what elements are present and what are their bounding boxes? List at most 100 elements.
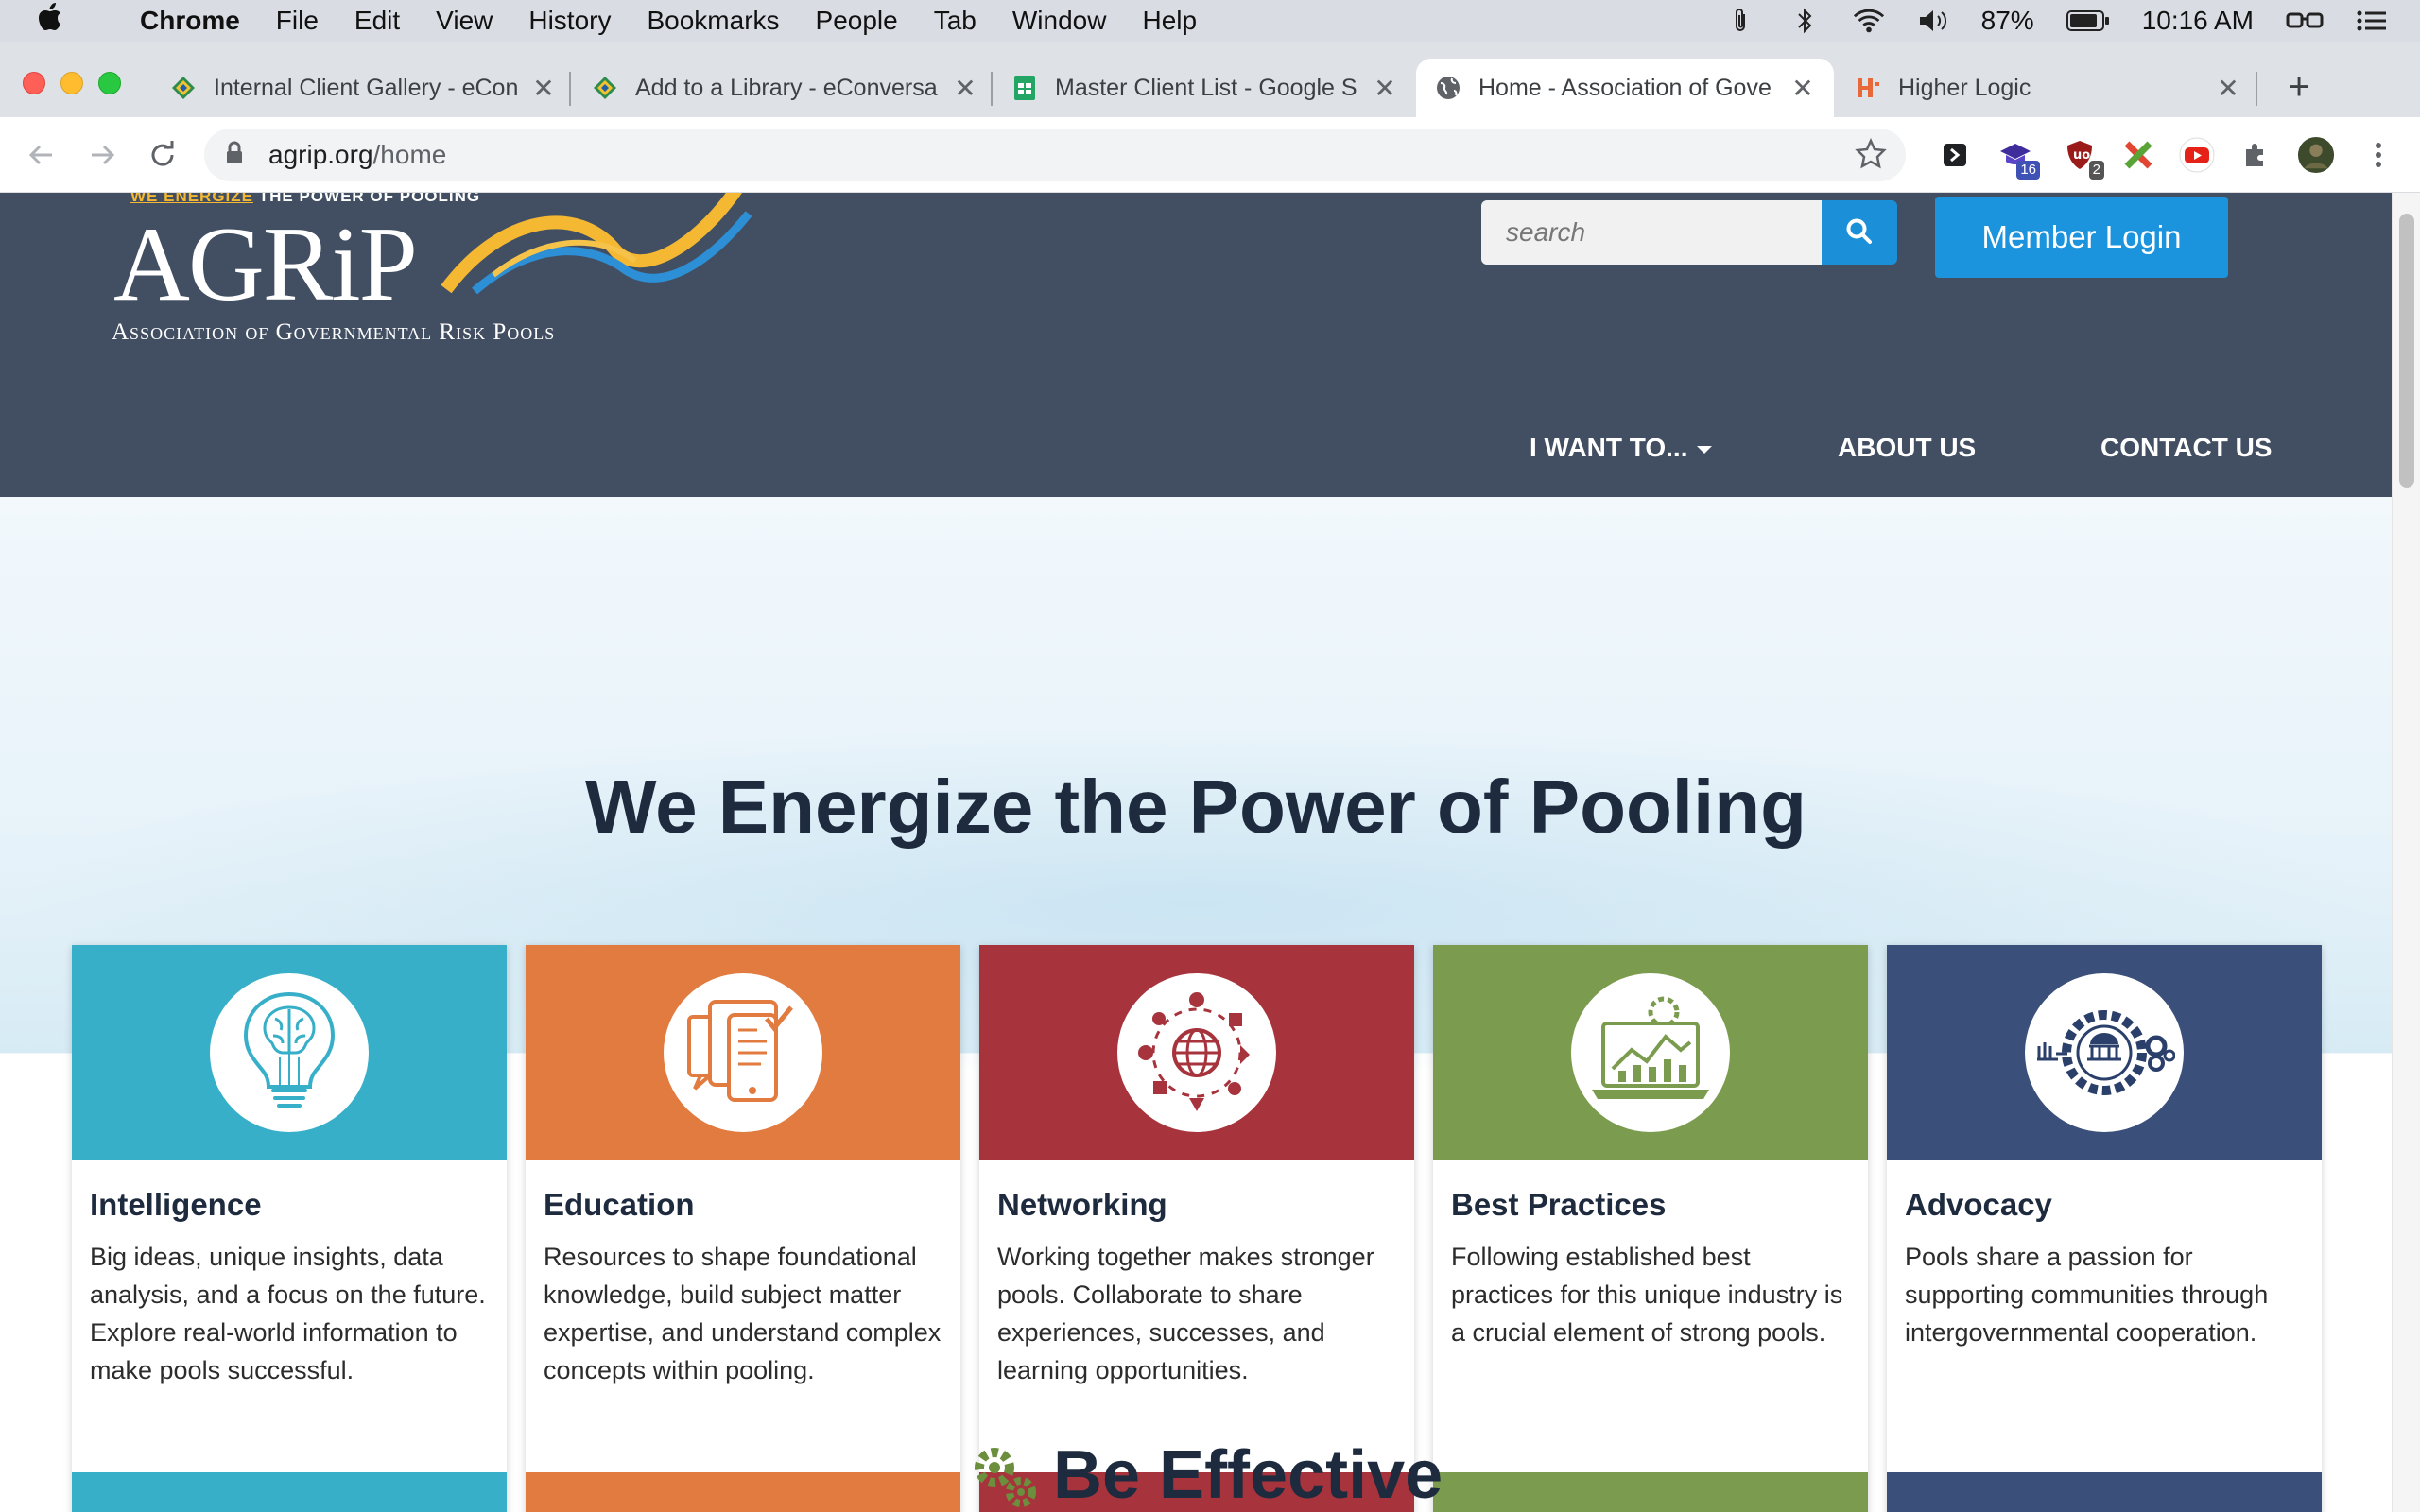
scrollbar-thumb[interactable] <box>2399 214 2414 488</box>
battery-percent: 87% <box>1980 6 2034 35</box>
card-intelligence[interactable]: Intelligence Big ideas, unique insights,… <box>72 945 507 1512</box>
card-header <box>1433 945 1868 1160</box>
card-footer-bar <box>1887 1472 2322 1512</box>
caret-down-icon <box>1697 445 1713 454</box>
agrip-logo[interactable]: WE ENERGIZE THE POWER OF POOLING AGRiP A… <box>106 193 752 345</box>
svg-text:uo: uo <box>2073 148 2090 163</box>
window-minimize-button[interactable] <box>60 72 83 94</box>
card-icon-circle <box>1117 973 1276 1132</box>
url-text: agrip.org/home <box>268 140 446 170</box>
logo-subtitle: Association of Governmental Risk Pools <box>112 319 556 345</box>
site-header: WE ENERGIZE THE POWER OF POOLING AGRiP A… <box>0 193 2392 497</box>
card-icon-circle <box>1571 973 1730 1132</box>
nav-contact-us[interactable]: CONTACT US <box>2100 433 2272 463</box>
extension-graduation-cap-icon[interactable]: 16 <box>1996 136 2040 180</box>
tab-higher-logic[interactable]: Higher Logic ✕ <box>1855 59 2242 117</box>
tab-close-icon[interactable]: ✕ <box>1789 73 1817 104</box>
back-arrow-icon[interactable] <box>19 132 64 178</box>
url-host: agrip.org <box>268 140 373 169</box>
card-title: Advocacy <box>1905 1187 2052 1222</box>
nav-i-want-to[interactable]: I WANT TO... <box>1530 433 1713 463</box>
extension-badge: 16 <box>2016 161 2040 180</box>
card-footer-bar <box>526 1472 960 1512</box>
glasses-icon[interactable] <box>2286 7 2324 35</box>
capitol-gears-icon <box>2037 1010 2175 1095</box>
bookmark-star-icon[interactable] <box>1855 137 1887 175</box>
menu-file[interactable]: File <box>276 6 319 36</box>
tab-close-icon[interactable]: ✕ <box>529 73 558 104</box>
extensions-puzzle-icon[interactable] <box>2237 136 2274 174</box>
extension-youtube-icon[interactable] <box>2178 136 2216 174</box>
chrome-menu-icon[interactable] <box>2360 136 2397 174</box>
card-networking[interactable]: Networking Working together makes strong… <box>979 945 1414 1512</box>
card-education[interactable]: Education Resources to shape foundationa… <box>526 945 960 1512</box>
menu-view[interactable]: View <box>436 6 493 36</box>
tab-separator <box>569 72 571 106</box>
econversations-icon <box>592 75 618 101</box>
macos-menu-bar: Chrome File Edit View History Bookmarks … <box>0 0 2420 42</box>
section-heading-be-effective: Be Effective <box>968 1436 1443 1512</box>
google-sheets-icon <box>1011 75 1038 101</box>
bluetooth-icon[interactable] <box>1789 7 1821 35</box>
tab-separator <box>2256 72 2257 106</box>
card-title: Networking <box>997 1187 1167 1222</box>
card-header <box>526 945 960 1160</box>
card-best-practices[interactable]: Best Practices Following established bes… <box>1433 945 1868 1512</box>
card-icon-circle <box>664 973 822 1132</box>
extension-x-icon[interactable] <box>2119 136 2157 174</box>
menu-window[interactable]: Window <box>1012 6 1107 36</box>
menu-history[interactable]: History <box>528 6 611 36</box>
profile-avatar-icon[interactable] <box>2297 136 2335 174</box>
paperclip-icon[interactable] <box>1724 7 1756 35</box>
menu-people[interactable]: People <box>816 6 898 36</box>
card-body: Working together makes stronger pools. C… <box>997 1243 1374 1384</box>
control-list-icon[interactable] <box>2356 7 2388 35</box>
menu-tab[interactable]: Tab <box>934 6 977 36</box>
menu-app-name[interactable]: Chrome <box>140 6 240 36</box>
search-input[interactable] <box>1481 200 1822 265</box>
window-close-button[interactable] <box>23 72 45 94</box>
menu-help[interactable]: Help <box>1142 6 1197 36</box>
card-body: Big ideas, unique insights, data analysi… <box>90 1243 486 1384</box>
clock[interactable]: 10:16 AM <box>2142 6 2254 36</box>
card-advocacy[interactable]: Advocacy Pools share a passion for suppo… <box>1887 945 2322 1512</box>
volume-icon[interactable] <box>1917 7 1949 35</box>
tab-close-icon[interactable]: ✕ <box>951 73 979 104</box>
address-bar[interactable]: agrip.org/home <box>204 129 1906 181</box>
new-tab-button[interactable]: + <box>2280 64 2318 110</box>
card-icon-circle <box>210 973 369 1132</box>
gears-icon <box>975 1448 1036 1507</box>
battery-icon[interactable] <box>2066 7 2110 35</box>
extension-dark-icon[interactable] <box>1936 136 1974 174</box>
page-scrollbar[interactable] <box>2392 193 2420 1512</box>
tab-add-to-library[interactable]: Add to a Library - eConversa ✕ <box>592 59 979 117</box>
tab-agrip-home[interactable]: Home - Association of Gove ✕ <box>1416 59 1834 117</box>
tab-close-icon[interactable]: ✕ <box>1371 73 1399 104</box>
documents-tablet-icon <box>687 1000 793 1102</box>
apple-menu-icon[interactable] <box>38 3 87 39</box>
menu-edit[interactable]: Edit <box>354 6 400 36</box>
card-footer-bar <box>1433 1472 1868 1512</box>
menu-bookmarks[interactable]: Bookmarks <box>647 6 779 36</box>
wifi-icon[interactable] <box>1853 7 1885 35</box>
card-title: Education <box>544 1187 695 1222</box>
url-path: /home <box>372 140 447 169</box>
window-zoom-button[interactable] <box>98 72 121 94</box>
card-header <box>1887 945 2322 1160</box>
forward-arrow-icon[interactable] <box>79 132 125 178</box>
reload-icon[interactable] <box>140 132 185 178</box>
tab-internal-client-gallery[interactable]: Internal Client Gallery - eCon ✕ <box>170 59 558 117</box>
nav-about-us[interactable]: ABOUT US <box>1838 433 1976 463</box>
hero-title: We Energize the Power of Pooling <box>585 765 1806 849</box>
card-header <box>72 945 507 1160</box>
extension-ublock-icon[interactable]: uo 2 <box>2061 136 2104 180</box>
tab-master-client-list[interactable]: Master Client List - Google S ✕ <box>1011 59 1399 117</box>
lightbulb-brain-icon <box>243 991 336 1108</box>
laptop-chart-gear-icon <box>1592 996 1709 1099</box>
member-login-button[interactable]: Member Login <box>1935 197 2228 278</box>
lock-icon[interactable] <box>225 141 246 170</box>
search-button[interactable] <box>1822 200 1897 265</box>
card-body: Following established best practices for… <box>1451 1243 1843 1347</box>
browser-toolbar: agrip.org/home 16 uo 2 <box>0 117 2420 193</box>
tab-close-icon[interactable]: ✕ <box>2214 73 2242 104</box>
